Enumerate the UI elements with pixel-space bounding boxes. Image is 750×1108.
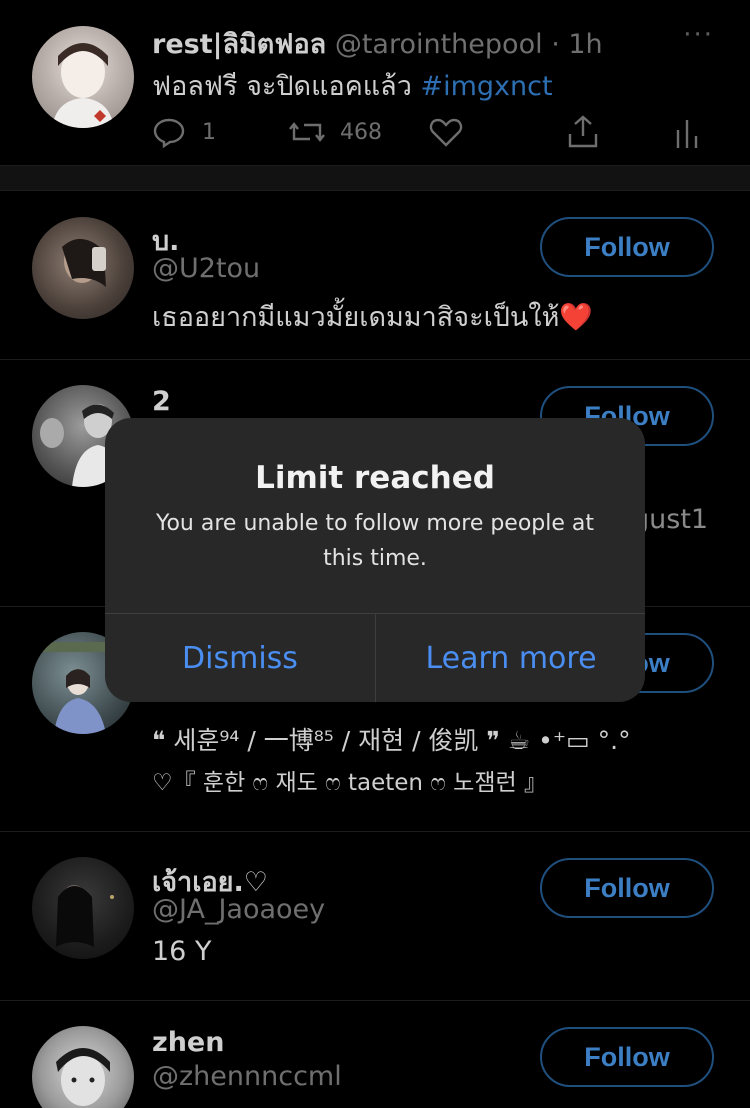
retweet-icon (289, 122, 325, 142)
user-handle[interactable]: @U2tou (152, 253, 260, 284)
heart-icon (429, 118, 463, 147)
dialog-title: Limit reached (255, 460, 495, 496)
avatar-photo (56, 1048, 110, 1106)
dismiss-button[interactable]: Dismiss (105, 614, 375, 702)
display-name[interactable]: rest|ลิมิตฟอล (152, 29, 326, 60)
avatar-photo (62, 238, 106, 287)
heart-emoji-icon: ❤️ (559, 302, 593, 333)
user-name[interactable]: zhen (152, 1027, 224, 1058)
avatar[interactable] (32, 857, 134, 959)
reply-icon (153, 118, 185, 149)
analytics-icon (676, 120, 698, 148)
reply-count: 1 (202, 119, 216, 145)
share-button[interactable] (566, 110, 600, 154)
more-options-icon[interactable]: ··· (683, 20, 714, 50)
user-row[interactable]: เจ้าเอย.♡ @JA_Jaoaoey 16 Y Follow (0, 832, 750, 1001)
follow-button[interactable]: Follow (540, 217, 714, 277)
tweet-text: ฟอลฟรี จะปิดแอคแล้ว #imgxnct (152, 64, 553, 107)
user-row[interactable]: บ. @U2tou เธออยากมีแมวมั้ยเดมมาสิจะเป็นใ… (0, 191, 750, 360)
avatar[interactable] (32, 26, 134, 128)
user-name[interactable]: 2 (152, 386, 171, 417)
avatar[interactable] (32, 1026, 134, 1108)
follow-button[interactable]: Follow (540, 1027, 714, 1087)
user-bio: เธออยากมีแมวมั้ยเดมมาสิจะเป็นให้❤️ (152, 295, 593, 338)
user-bio: 16 Y (152, 936, 212, 967)
dialog-message: You are unable to follow more people at … (155, 511, 595, 571)
handle[interactable]: @tarointhepool (335, 29, 543, 60)
analytics-button[interactable] (674, 110, 700, 154)
avatar[interactable] (32, 217, 134, 319)
avatar-photo (52, 43, 114, 128)
tweet-actions: 1 468 (152, 110, 712, 154)
retweet-button[interactable]: 468 (288, 110, 382, 154)
user-bio-line-2: ♡『 훈한 ෆ 재도 ෆ taeten ෆ 노잼런 』 (152, 770, 547, 796)
follow-button[interactable]: Follow (540, 858, 714, 918)
timestamp[interactable]: 1h (568, 29, 602, 60)
reply-button[interactable]: 1 (152, 110, 216, 154)
section-divider (0, 166, 750, 191)
tweet[interactable]: rest|ลิมิตฟอล @tarointhepool · 1h ··· ฟอ… (0, 0, 750, 166)
avatar-photo (56, 885, 114, 947)
user-row[interactable]: zhen @zhennnccml Follow (0, 1001, 750, 1108)
separator: · (551, 29, 560, 60)
learn-more-button[interactable]: Learn more (376, 614, 645, 702)
limit-reached-dialog: Limit reached You are unable to follow m… (105, 418, 645, 702)
hashtag-link[interactable]: #imgxnct (420, 71, 552, 102)
tweet-body: ฟอลฟรี จะปิดแอคแล้ว (152, 71, 412, 102)
retweet-count: 468 (340, 119, 382, 145)
user-bio-line-1: ❝ 세훈⁹⁴ / 一博⁸⁵ / 재현 / 俊凯 ❞ ☕ •⁺▭ °.° (152, 726, 631, 755)
user-handle[interactable]: @zhennnccml (152, 1061, 342, 1092)
user-bio-text: เธออยากมีแมวมั้ยเดมมาสิจะเป็นให้ (152, 302, 560, 333)
share-icon (568, 115, 598, 148)
like-button[interactable] (428, 110, 464, 154)
tweet-header: rest|ลิมิตฟอล @tarointhepool · 1h (152, 22, 603, 65)
user-handle[interactable]: @JA_Jaoaoey (152, 894, 325, 925)
